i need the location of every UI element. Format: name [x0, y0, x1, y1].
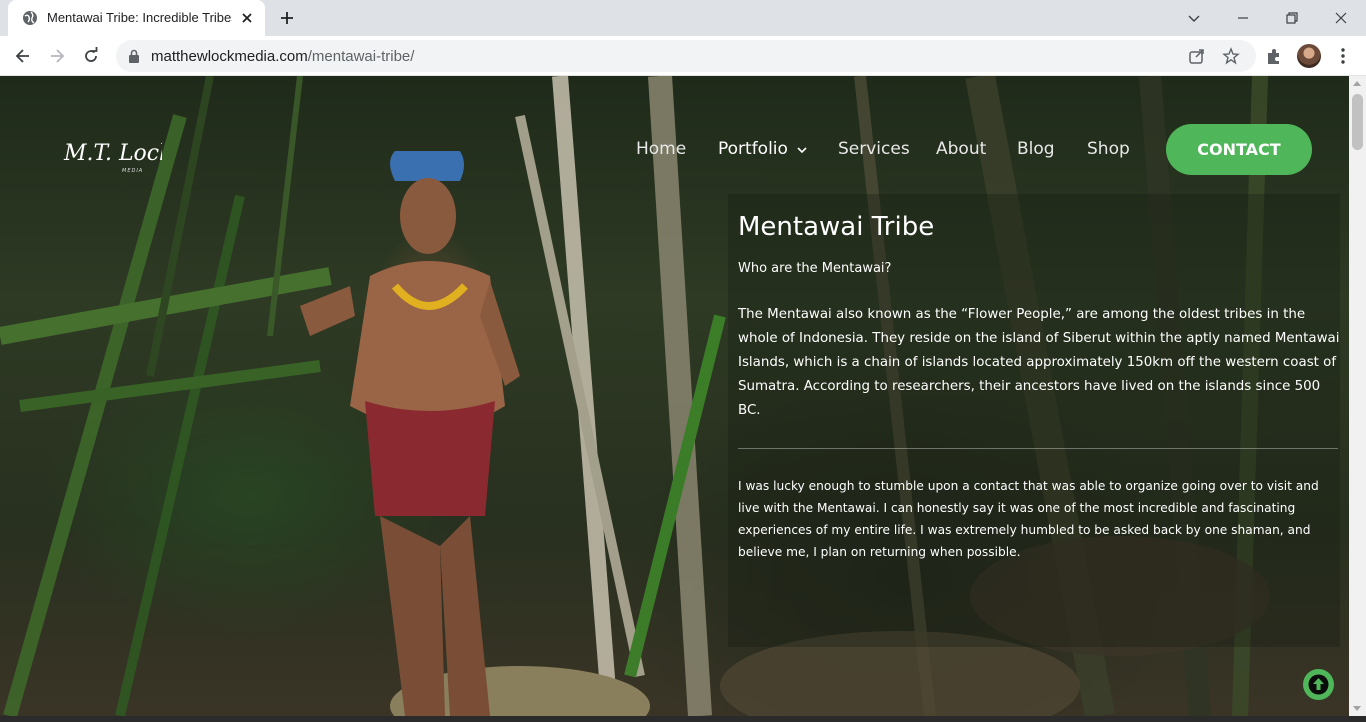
nav-blog[interactable]: Blog — [1017, 139, 1055, 159]
scroll-thumb[interactable] — [1352, 94, 1363, 150]
nav-about[interactable]: About — [936, 139, 986, 159]
site-logo[interactable]: M.T. Lock MEDIA — [62, 128, 172, 184]
scroll-up-arrow-icon[interactable] — [1353, 81, 1361, 86]
close-tab-icon[interactable] — [238, 9, 256, 27]
bookmark-star-icon[interactable] — [1222, 47, 1240, 65]
chevron-down-icon[interactable] — [797, 146, 807, 154]
browser-tab[interactable]: Mentawai Tribe: Incredible Tribes — [8, 0, 265, 36]
profile-avatar[interactable] — [1297, 44, 1321, 68]
tab-title: Mentawai Tribe: Incredible Tribes — [47, 10, 232, 25]
nav-shop[interactable]: Shop — [1087, 139, 1130, 159]
close-window-icon[interactable] — [1331, 8, 1351, 28]
back-arrow-icon[interactable] — [13, 46, 33, 66]
nav-home[interactable]: Home — [636, 139, 686, 159]
section-subheading: Who are the Mentawai? — [738, 261, 892, 276]
url-path: /mentawai-tribe/ — [307, 48, 415, 65]
minimize-icon[interactable] — [1233, 8, 1253, 28]
nav-portfolio[interactable]: Portfolio — [718, 139, 788, 159]
experience-paragraph: I was lucky enough to stumble upon a con… — [738, 479, 1319, 559]
lock-icon[interactable] — [128, 49, 140, 63]
share-icon[interactable] — [1188, 47, 1206, 65]
section-divider — [738, 448, 1338, 449]
contact-button[interactable]: CONTACT — [1166, 124, 1312, 175]
reload-icon[interactable] — [81, 46, 101, 66]
page-title: Mentawai Tribe — [738, 212, 935, 242]
logo-text: M.T. Lock — [63, 141, 162, 166]
forward-arrow-icon[interactable] — [47, 46, 67, 66]
logo-mark: M.T. Lock MEDIA — [63, 141, 172, 174]
new-tab-icon[interactable] — [278, 9, 296, 27]
restore-icon[interactable] — [1282, 8, 1302, 28]
arrow-up-icon — [1308, 674, 1329, 695]
back-to-top-button[interactable] — [1303, 669, 1334, 700]
url-host: matthewlockmedia.com — [151, 48, 308, 65]
more-menu-icon[interactable] — [1333, 46, 1353, 66]
browser-toolbar: matthewlockmedia.com/mentawai-tribe/ — [0, 36, 1366, 76]
nav-services[interactable]: Services — [838, 139, 910, 159]
page-scrollbar[interactable] — [1349, 76, 1366, 716]
globe-icon — [23, 11, 37, 25]
tab-strip: Mentawai Tribe: Incredible Tribes — [0, 0, 1366, 36]
extensions-puzzle-icon[interactable] — [1264, 46, 1284, 66]
scroll-down-arrow-icon[interactable] — [1353, 706, 1361, 711]
tab-search-chevron-icon[interactable] — [1184, 8, 1204, 28]
address-bar[interactable]: matthewlockmedia.com/mentawai-tribe/ — [116, 40, 1256, 72]
url-text[interactable]: matthewlockmedia.com/mentawai-tribe/ — [151, 48, 414, 65]
logo-subtext: MEDIA — [122, 168, 143, 174]
page-viewport: M.T. Lock MEDIA Home Portfolio Services … — [0, 76, 1349, 716]
intro-paragraph: The Mentawai also known as the “Flower P… — [738, 307, 1340, 418]
taskbar-edge — [0, 716, 1366, 722]
